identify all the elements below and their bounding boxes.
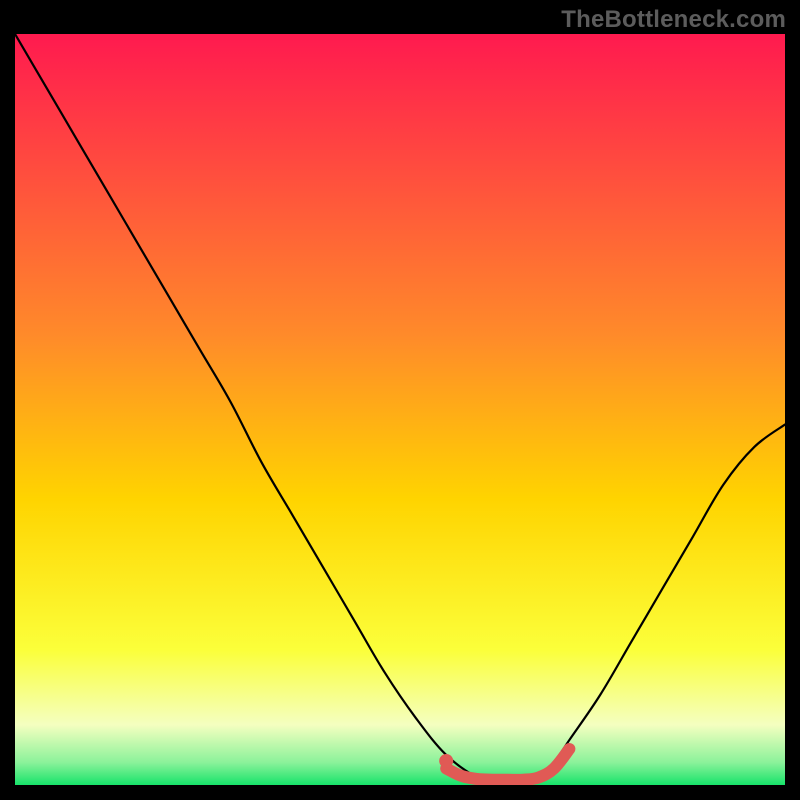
chart-container: TheBottleneck.com [0,0,800,800]
gradient-background [15,34,785,785]
chart-svg [15,34,785,785]
watermark-text: TheBottleneck.com [561,6,786,34]
highlight-dot [439,754,453,768]
plot-area [15,34,785,785]
